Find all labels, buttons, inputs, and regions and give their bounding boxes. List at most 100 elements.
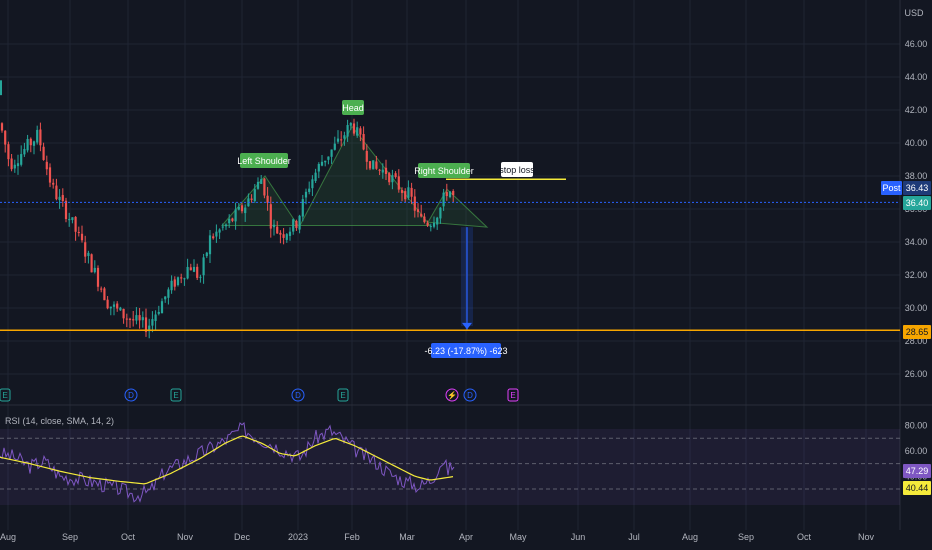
candle-body xyxy=(420,213,423,217)
rsi-sma-value-tag[interactable]: 40.44 xyxy=(903,481,931,495)
event-marker-letter: E xyxy=(510,391,515,400)
price-tick-label: 32.00 xyxy=(905,270,928,280)
candle-body xyxy=(218,229,221,233)
candle-body xyxy=(410,187,413,197)
candle-body xyxy=(39,129,42,146)
candle-body xyxy=(375,161,378,169)
candle-body xyxy=(356,127,359,136)
candle-body xyxy=(292,219,295,232)
candle-body xyxy=(269,204,272,229)
candle-body xyxy=(231,218,234,221)
candle-body xyxy=(301,199,304,217)
candle-body xyxy=(317,164,320,172)
candle-body xyxy=(77,231,80,233)
rsi-value-tag-text: 47.29 xyxy=(906,466,929,476)
time-tick-label: 2023 xyxy=(288,532,308,542)
candle-body xyxy=(378,169,381,171)
head-label[interactable]: Head xyxy=(342,100,364,115)
support-price-tag[interactable]: 28.65 xyxy=(903,325,931,339)
rsi-sma-value-tag-text: 40.44 xyxy=(906,483,929,493)
candle-body xyxy=(359,128,362,135)
candle-body xyxy=(36,129,39,143)
candle-body xyxy=(68,219,71,221)
rsi-legend[interactable]: RSI (14, close, SMA, 14, 2) xyxy=(5,416,114,426)
time-tick-label: Nov xyxy=(858,532,875,542)
event-marker-letter: E xyxy=(2,391,7,400)
candle-body xyxy=(253,189,256,201)
left-shoulder-label[interactable]: Left Shoulder xyxy=(237,153,291,168)
candle-body xyxy=(330,149,333,157)
time-tick-label: Jun xyxy=(571,532,586,542)
candle-body xyxy=(314,172,317,181)
candle-body xyxy=(215,231,218,237)
candle-body xyxy=(372,160,375,170)
candle-body xyxy=(362,134,365,150)
event-marker[interactable]: ⚡ xyxy=(445,388,459,402)
candle-body xyxy=(448,191,452,198)
post-tag[interactable]: Post xyxy=(881,181,902,195)
price-tick-label: 38.00 xyxy=(905,171,928,181)
candle-body xyxy=(93,267,96,273)
candle-body xyxy=(157,311,160,314)
candle-body xyxy=(199,276,202,278)
candle-body xyxy=(112,304,116,307)
candle-body xyxy=(237,206,240,210)
candle-body xyxy=(429,226,432,228)
stop-loss-label[interactable]: stop loss xyxy=(499,162,535,177)
candle-body xyxy=(125,318,128,320)
candle-body xyxy=(13,164,16,169)
candle-body xyxy=(7,144,10,160)
candle-body xyxy=(308,188,311,192)
event-marker-letter: D xyxy=(467,391,473,400)
time-tick-label: Sep xyxy=(62,532,78,542)
candle-body xyxy=(282,234,285,238)
event-marker-letter: D xyxy=(295,391,301,400)
last-price-tag[interactable]: 36.40 xyxy=(903,196,931,210)
candle-body xyxy=(407,187,410,198)
candle-body xyxy=(202,257,205,276)
candle-body xyxy=(29,138,32,146)
candle-body xyxy=(400,190,404,193)
event-marker-letter: E xyxy=(340,391,345,400)
currency-label: USD xyxy=(904,8,924,18)
candle-body xyxy=(80,233,84,241)
candle-body xyxy=(224,224,228,227)
time-tick-label: Oct xyxy=(797,532,812,542)
candle-body xyxy=(122,308,125,319)
price-tick-label: 40.00 xyxy=(905,138,928,148)
candle-body xyxy=(346,125,349,137)
time-tick-label: Aug xyxy=(0,532,16,542)
candle-body xyxy=(298,215,301,230)
price-chart[interactable]: Left Shoulder Head Right Shoulder stop loss… xyxy=(0,0,932,550)
candle-body xyxy=(381,169,384,173)
candle-body xyxy=(170,280,173,291)
candle-body xyxy=(256,181,260,189)
rsi-value-tag[interactable]: 47.29 xyxy=(903,464,931,478)
candle-body xyxy=(452,191,455,196)
price-tick-label: 44.00 xyxy=(905,72,928,82)
candle-body xyxy=(272,224,276,228)
candle-body xyxy=(423,216,426,223)
candle-body xyxy=(71,217,74,221)
candle-body xyxy=(212,236,215,239)
candle-body xyxy=(16,163,20,167)
time-tick-label: Mar xyxy=(399,532,415,542)
candle-body xyxy=(186,266,189,279)
candle-body xyxy=(176,277,180,286)
candle-body xyxy=(288,231,292,236)
candle-body xyxy=(84,242,87,257)
candle-body xyxy=(87,252,90,256)
candle-body xyxy=(221,226,224,228)
candle-body xyxy=(45,161,48,170)
candle-body xyxy=(333,143,336,150)
candle-body xyxy=(90,254,93,273)
candle-body xyxy=(432,222,436,227)
right-shoulder-label[interactable]: Right Shoulder xyxy=(414,163,474,178)
candle-body xyxy=(116,303,119,309)
candle-body xyxy=(52,182,55,185)
candle-body xyxy=(234,209,237,222)
post-price-tag[interactable]: 36.43 xyxy=(903,181,931,195)
measure-label[interactable]: -6.23 (-17.87%) -623 xyxy=(424,343,508,358)
candle-body xyxy=(250,198,253,200)
candle-body xyxy=(183,278,186,280)
